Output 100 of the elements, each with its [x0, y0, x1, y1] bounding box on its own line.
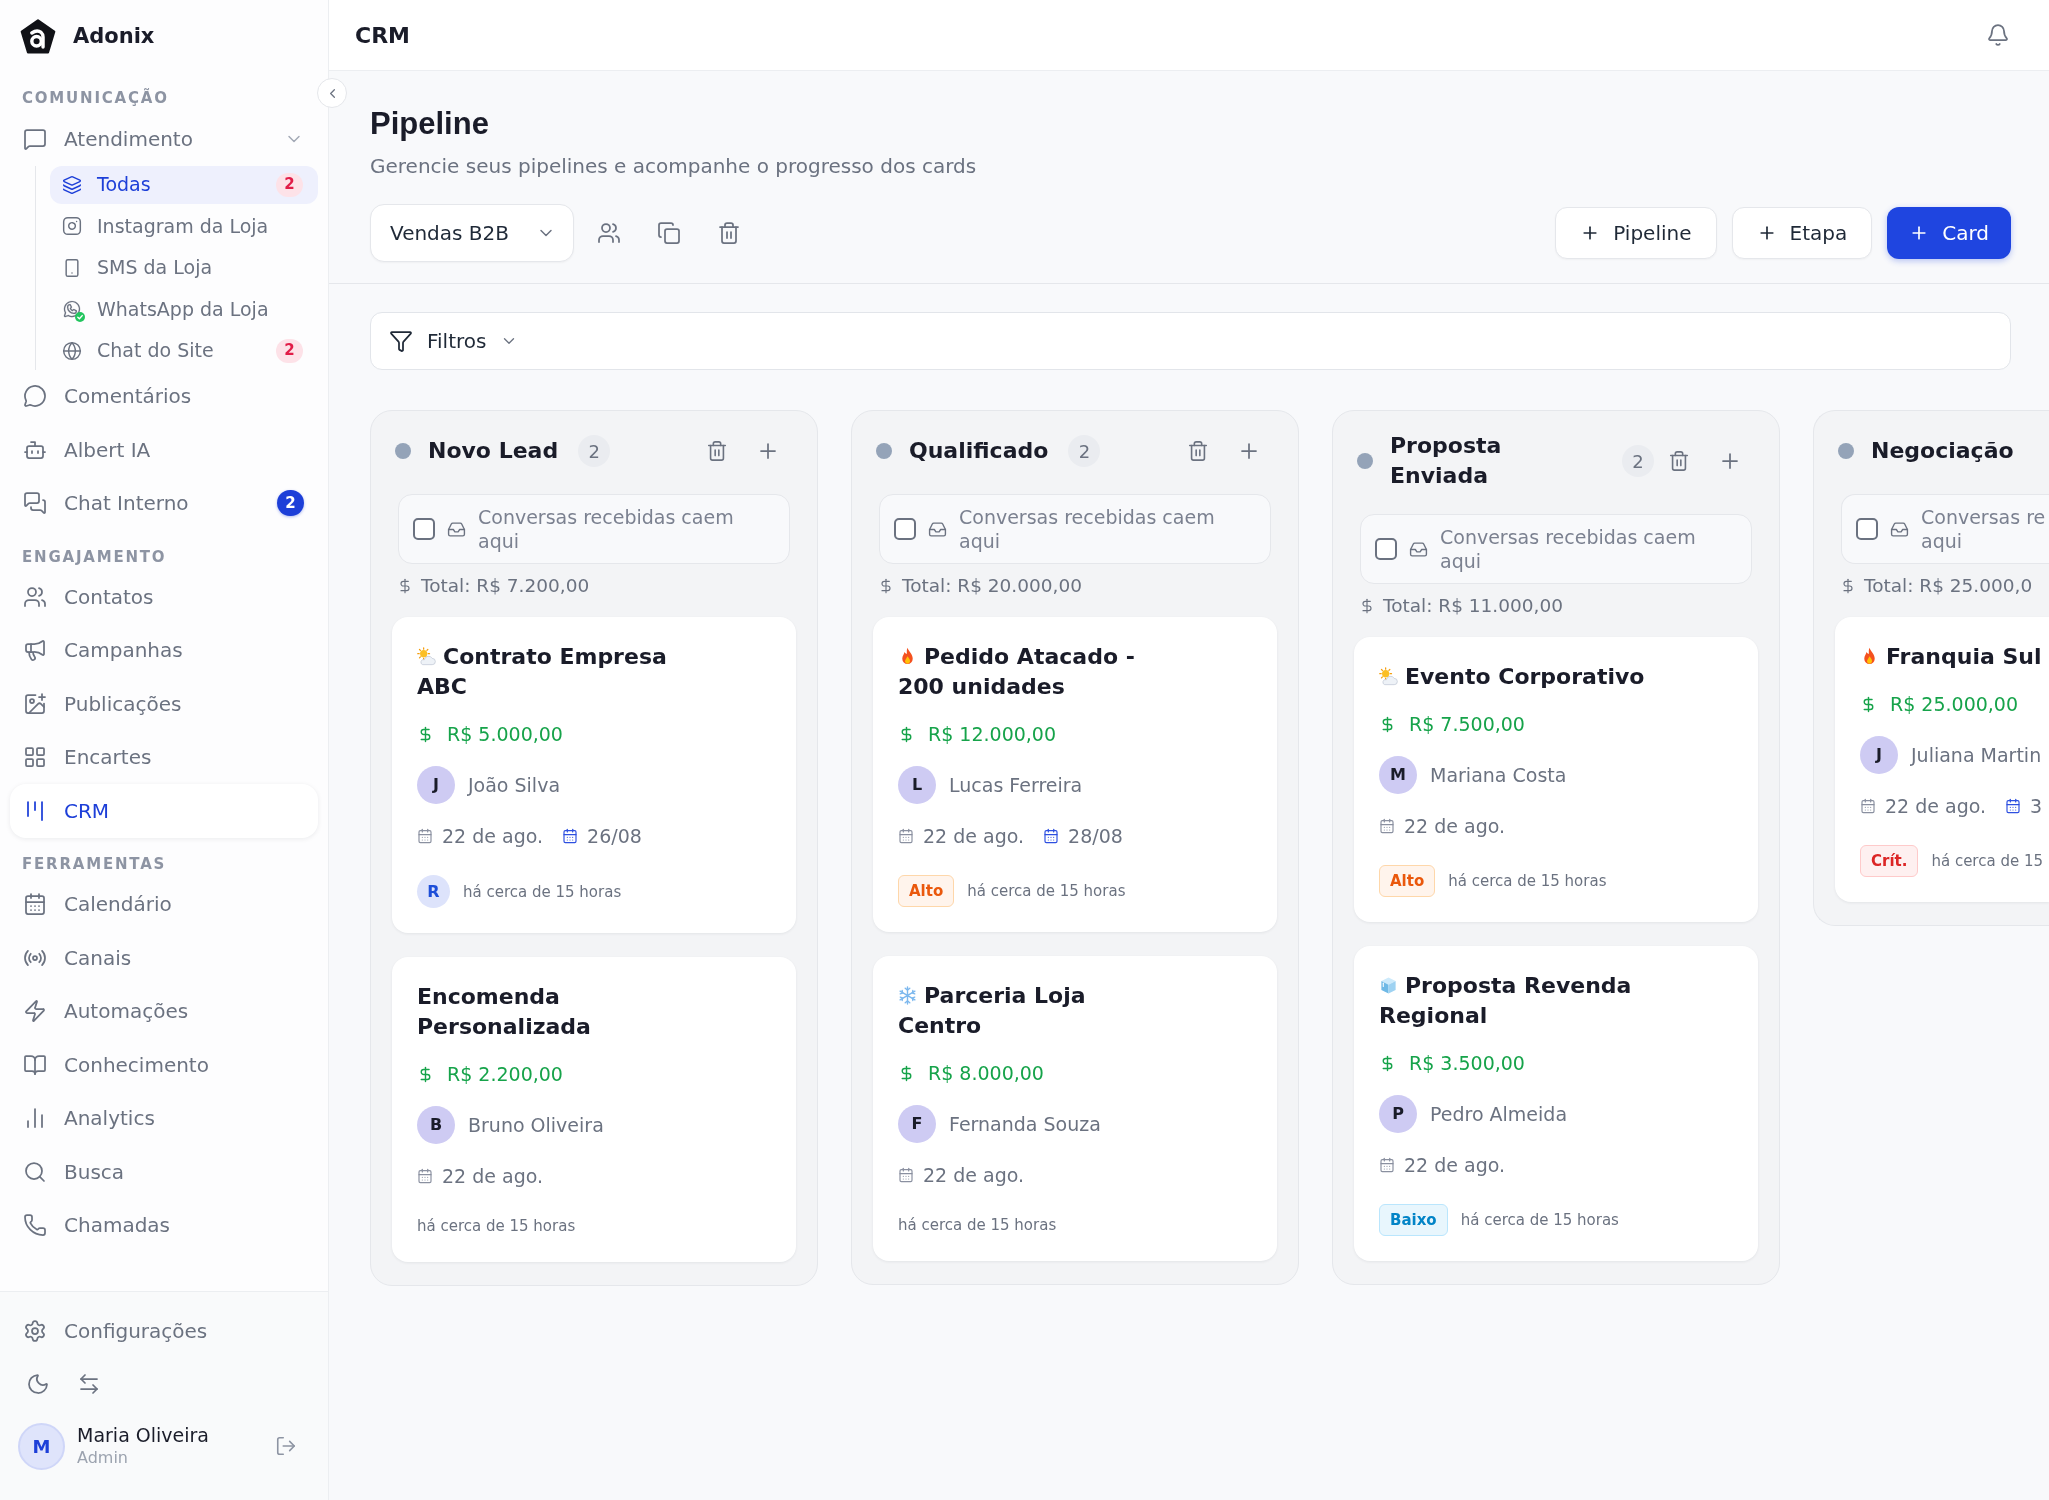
nav-subitem[interactable]: Chat do Site 2 [50, 331, 318, 370]
column-total: Total: R$ 11.000,00 [1383, 594, 1563, 619]
trash-icon [717, 221, 741, 245]
user-avatar: M [18, 1422, 65, 1470]
nav-item[interactable]: Campanhas [10, 623, 318, 677]
nav-item[interactable]: Chamadas [10, 1198, 318, 1252]
nav-subitem[interactable]: SMS da Loja [50, 248, 318, 287]
inbox-icon [928, 519, 947, 539]
inbox-icon [447, 519, 466, 539]
select-checkbox[interactable] [1375, 538, 1397, 560]
calendar-icon [417, 828, 433, 844]
deal-amount: R$ 2.200,00 [447, 1061, 563, 1087]
filter-icon [389, 329, 413, 353]
logout-icon [275, 1435, 297, 1457]
deal-card[interactable]: Evento Corporativo R$ 7.500,00 M Mariana Costa 22 de ago. Alto há cerca de 15 horas [1354, 637, 1758, 922]
contact-name: Juliana Martin [1911, 742, 2042, 768]
nav-item[interactable]: Canais [10, 931, 318, 985]
created-date: 22 de ago. [1404, 813, 1506, 839]
deal-card[interactable]: Franquia Sul R$ 25.000,00 J Juliana Martin 22 de ago. 3 Crít. há cerca de 15 [1835, 617, 2049, 902]
deal-amount: R$ 5.000,00 [447, 721, 563, 747]
created-date: 22 de ago. [923, 1162, 1025, 1188]
smartphone-icon [62, 257, 82, 278]
contact-name: Mariana Costa [1430, 762, 1567, 788]
nav-item[interactable]: Busca [10, 1145, 318, 1199]
created-date: 22 de ago. [1404, 1152, 1506, 1178]
nav-item[interactable]: Encartes [10, 730, 318, 784]
select-checkbox[interactable] [1856, 518, 1878, 540]
updated-time: há cerca de 15 horas [898, 1215, 1057, 1236]
users-icon [597, 221, 621, 245]
nav-subitem[interactable]: Todas 2 [50, 165, 318, 204]
add-button[interactable]: Pipeline [1555, 207, 1717, 259]
chat-phone-icon [62, 299, 82, 319]
inbox-icon [1890, 519, 1909, 539]
nav-subitem[interactable]: Instagram da Loja [50, 207, 318, 245]
deal-amount: R$ 3.500,00 [1409, 1050, 1525, 1076]
updated-time: há cerca de 15 horas [1460, 1210, 1619, 1231]
logo-icon [19, 18, 57, 56]
drop-zone-text: Conversas recebidas caem aqui [959, 505, 1216, 553]
add-button[interactable]: Etapa [1731, 207, 1873, 259]
pipeline-select[interactable]: Vendas B2B [370, 204, 574, 262]
page-heading: CRM [355, 21, 410, 50]
contact-avatar: J [1860, 736, 1898, 774]
calendar-icon [562, 828, 579, 844]
nav-item[interactable]: Analytics [10, 1091, 318, 1145]
updated-time: há cerca de 15 horas [967, 881, 1126, 902]
select-checkbox[interactable] [413, 518, 435, 540]
contact-avatar: J [417, 766, 455, 804]
nav-item[interactable]: Automações [10, 984, 318, 1038]
trash-icon [706, 440, 728, 462]
card-title: Contrato Empresa ABC [417, 644, 667, 699]
calendar-icon [1860, 798, 1876, 814]
deal-card[interactable]: Proposta Revenda Regional R$ 3.500,00 P Pedro Almeida 22 de ago. Baixo há cerca de 15 horas [1354, 946, 1758, 1261]
nav-item[interactable]: Contatos [10, 570, 318, 624]
nav-item[interactable]: Comentários [10, 369, 318, 423]
nav-item[interactable]: Chat Interno 2 [10, 476, 318, 530]
column-title: Qualificado [909, 437, 1049, 465]
count-badge: 2 [276, 172, 303, 197]
card-title: Franquia Sul [1886, 644, 2042, 669]
copy-icon [657, 221, 681, 245]
nav-item[interactable]: Atendimento [10, 112, 318, 166]
select-checkbox[interactable] [894, 518, 916, 540]
globe-icon [62, 340, 82, 361]
column-total: Total: R$ 20.000,00 [902, 574, 1082, 599]
nav-item[interactable]: Conhecimento [10, 1038, 318, 1092]
search-icon [23, 1159, 47, 1184]
drop-zone-text: Conversas recebidas caem aqui [478, 505, 735, 553]
book-icon [23, 1052, 47, 1077]
deal-card[interactable]: Pedido Atacado - 200 unidades R$ 12.000,00 L Lucas Ferreira 22 de ago. 28/08 Alto há cerca de 15 horas [873, 617, 1277, 932]
calendar-icon [417, 1168, 433, 1184]
drop-zone-text: Conversas recebidas caem aqui [1440, 525, 1697, 573]
nav-item[interactable]: Albert IA [10, 423, 318, 477]
nav-item[interactable]: CRM [10, 784, 318, 838]
app-name: Adonix [73, 23, 155, 51]
contact-name: Fernanda Souza [949, 1111, 1101, 1137]
nav-item[interactable]: Calendário [10, 877, 318, 931]
drop-zone-text: Conversas re aqui [1921, 505, 2047, 553]
filters-toggle[interactable]: Filtros [389, 326, 519, 356]
nav-item[interactable]: Publicações [10, 677, 318, 731]
chat-bubbles-icon [23, 491, 47, 516]
dollar-icon [878, 578, 894, 594]
swap-arrows-icon [77, 1372, 101, 1396]
deal-card[interactable]: Encomenda Personalizada R$ 2.200,00 B Bruno Oliveira 22 de ago. há cerca de 15 horas [392, 957, 796, 1262]
section-label: FERRAMENTAS [22, 854, 167, 876]
card-title: Pedido Atacado - 200 unidades [898, 644, 1135, 699]
add-button[interactable]: Card [1887, 207, 2011, 259]
deal-card[interactable]: Contrato Empresa ABC R$ 5.000,00 J João Silva 22 de ago. 26/08 R há cerca de 15 horas [392, 617, 796, 933]
created-date: 22 de ago. [1885, 793, 1987, 819]
user-name: Maria Oliveira [77, 1423, 210, 1447]
page-title: Pipeline [370, 106, 490, 142]
count-badge: 2 [277, 490, 304, 517]
deal-amount: R$ 8.000,00 [928, 1060, 1044, 1086]
camera-icon [62, 216, 82, 236]
nav-subitem[interactable]: WhatsApp da Loja [50, 290, 318, 328]
calendar-icon [898, 828, 914, 844]
contact-avatar: M [1379, 756, 1417, 794]
card-title: Proposta Revenda Regional [1379, 973, 1632, 1028]
priority-badge: Crít. [1860, 845, 1919, 877]
dollar-icon [1359, 598, 1375, 614]
settings-link[interactable]: Configurações [10, 1306, 318, 1356]
deal-card[interactable]: Parceria Loja Centro R$ 8.000,00 F Fernanda Souza 22 de ago. há cerca de 15 horas [873, 956, 1277, 1261]
